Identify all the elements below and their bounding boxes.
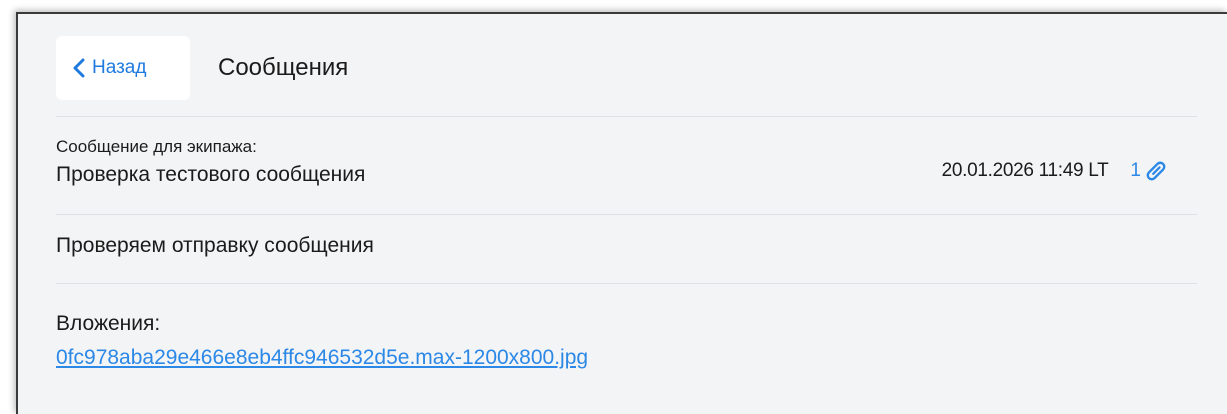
attachments-block: Вложения: 0fc978aba29e466e8eb4ffc946532d… (56, 310, 588, 370)
page-title: Сообщения (218, 54, 349, 81)
message-meta: 20.01.2026 11:49 LT 1 (942, 160, 1167, 182)
message-body: Проверяем отправку сообщения (56, 234, 374, 257)
message-subject-block: Сообщение для экипажа: Проверка тестовог… (56, 136, 365, 190)
message-subject: Проверка тестового сообщения (56, 163, 366, 186)
subject-divider (56, 214, 1197, 215)
header-divider (56, 116, 1197, 117)
back-button-label: Назад (92, 57, 147, 78)
attachment-count: 1 (1130, 160, 1141, 181)
header: Назад Сообщения (18, 14, 1227, 116)
paperclip-icon (1145, 160, 1167, 182)
message-caption: Сообщение для экипажа: (56, 137, 257, 156)
attachment-link[interactable]: 0fc978aba29e466e8eb4ffc946532d5e.max-120… (56, 346, 588, 370)
body-divider (56, 283, 1197, 284)
chevron-left-icon (72, 58, 86, 78)
back-button[interactable]: Назад (56, 36, 190, 100)
message-datetime: 20.01.2026 11:49 LT (941, 160, 1109, 181)
attachments-caption: Вложения: (56, 312, 161, 335)
screen: Назад Сообщения Сообщение для экипажа: П… (0, 0, 1227, 414)
message-detail-panel: Назад Сообщения Сообщение для экипажа: П… (16, 12, 1227, 414)
